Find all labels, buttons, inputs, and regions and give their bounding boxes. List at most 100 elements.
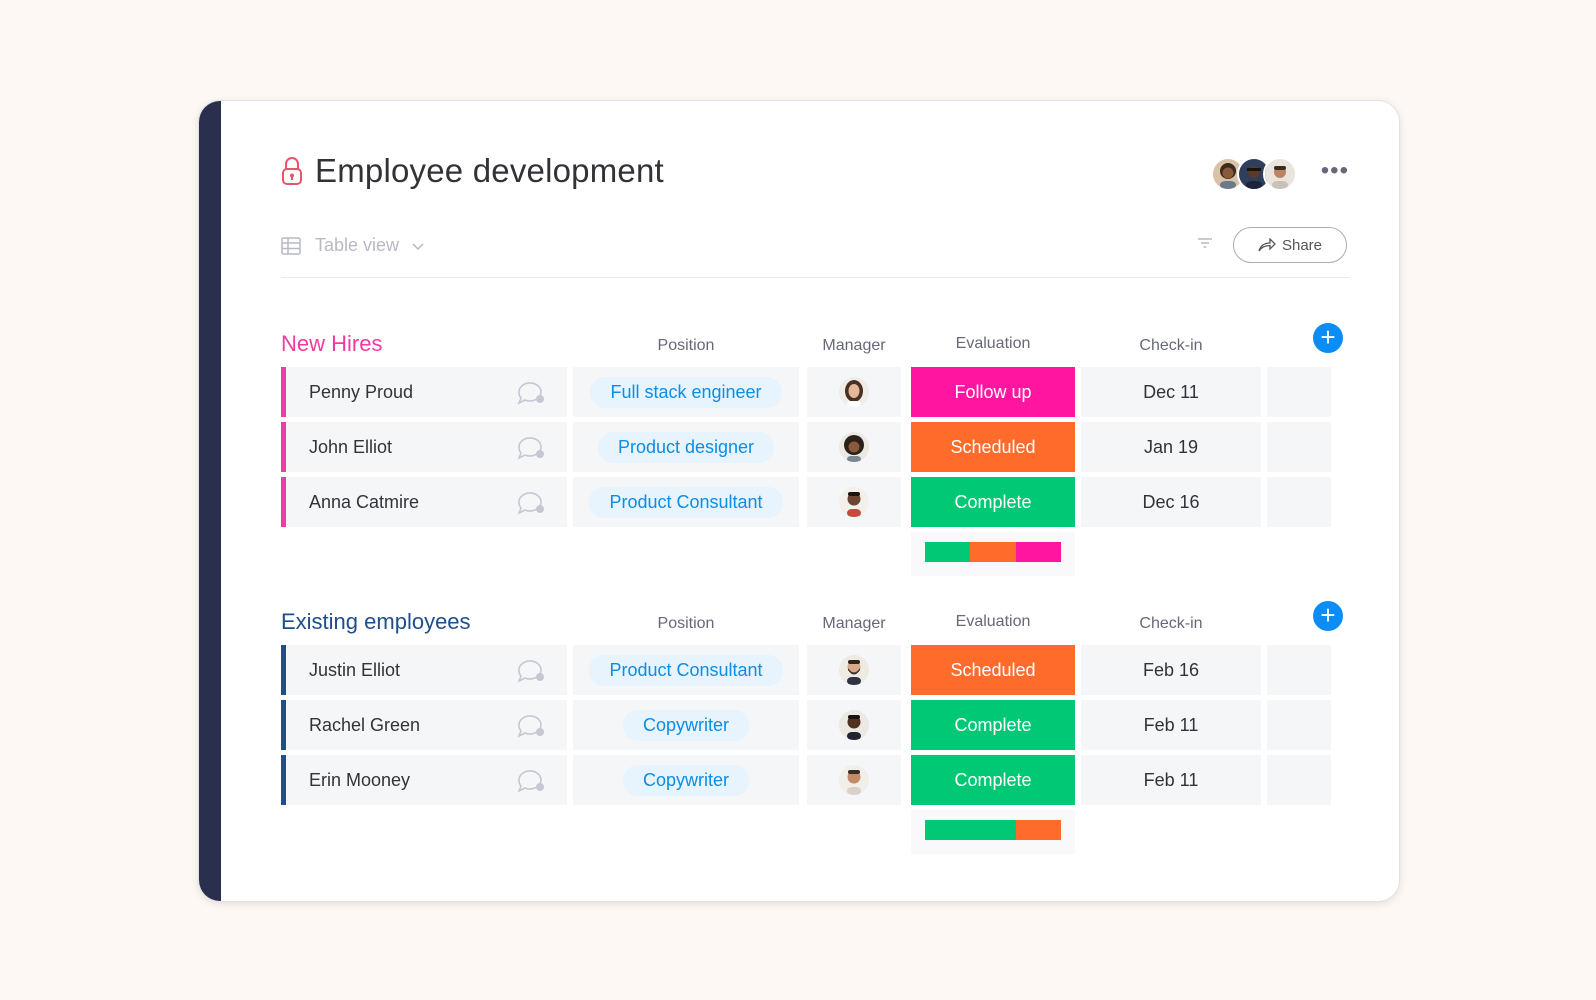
evaluation-status[interactable]: Complete: [911, 700, 1075, 750]
empty-cell[interactable]: [1267, 700, 1331, 750]
summary-row: [281, 532, 1349, 582]
evaluation-status[interactable]: Complete: [911, 755, 1075, 805]
table-row[interactable]: John Elliot Product designer Scheduled J…: [281, 422, 1349, 472]
more-options-icon[interactable]: •••: [1321, 159, 1349, 183]
share-label: Share: [1281, 236, 1323, 254]
manager-cell[interactable]: [807, 422, 901, 472]
group-existing-employees: Existing employees Position Manager Eval…: [281, 597, 1349, 860]
board-header: Employee development: [281, 149, 664, 193]
evaluation-summary: [911, 532, 1075, 576]
empty-cell[interactable]: [1267, 422, 1331, 472]
group-new-hires: New Hires Position Manager Evaluation Ch…: [281, 319, 1349, 582]
view-label: Table view: [315, 235, 400, 255]
manager-cell[interactable]: [807, 645, 901, 695]
chevron-down-icon: [412, 242, 424, 250]
table-row[interactable]: Rachel Green Copywriter Complete Feb 11: [281, 700, 1349, 750]
add-column-button[interactable]: +: [1313, 323, 1343, 353]
chat-bubble-icon[interactable]: [515, 712, 545, 738]
page-title: Employee development: [315, 152, 664, 189]
summary-segment-scheduled: [1015, 820, 1061, 840]
checkin-date[interactable]: Jan 19: [1081, 422, 1261, 472]
status-distribution-bar[interactable]: [925, 820, 1061, 840]
column-header-checkin[interactable]: Check-in: [1081, 337, 1261, 355]
add-column-button[interactable]: +: [1313, 601, 1343, 631]
position-tag: Copywriter: [622, 709, 750, 741]
summary-segment-follow-up: [1015, 542, 1061, 562]
group-color-stripe: [281, 422, 286, 472]
curly-hair-avatar: [839, 432, 869, 462]
evaluation-status[interactable]: Complete: [911, 477, 1075, 527]
table-row[interactable]: Penny Proud Full stack engineer Follow u…: [281, 367, 1349, 417]
table-row[interactable]: Justin Elliot Product Consultant Schedul…: [281, 645, 1349, 695]
name-cell[interactable]: Penny Proud: [281, 367, 567, 417]
column-header-checkin[interactable]: Check-in: [1081, 615, 1261, 633]
empty-cell[interactable]: [1267, 477, 1331, 527]
name-cell[interactable]: Erin Mooney: [281, 755, 567, 805]
position-cell[interactable]: Product Consultant: [573, 645, 799, 695]
name-cell[interactable]: Anna Catmire: [281, 477, 567, 527]
chat-bubble-icon[interactable]: [515, 657, 545, 683]
manager-cell[interactable]: [807, 755, 901, 805]
checkin-date[interactable]: Feb 16: [1081, 645, 1261, 695]
column-header-manager[interactable]: Manager: [807, 615, 901, 633]
group-color-stripe: [281, 477, 286, 527]
group-title[interactable]: Existing employees: [281, 609, 471, 635]
status-distribution-bar[interactable]: [925, 542, 1061, 562]
position-tag: Copywriter: [622, 764, 750, 796]
chat-bubble-icon[interactable]: [515, 489, 545, 515]
filter-icon[interactable]: [1197, 237, 1213, 249]
position-cell[interactable]: Copywriter: [573, 700, 799, 750]
share-button[interactable]: Share: [1233, 227, 1347, 263]
table-icon: [281, 236, 301, 255]
table-row[interactable]: Anna Catmire Product Consultant Complete…: [281, 477, 1349, 527]
group-header: Existing employees Position Manager Eval…: [281, 597, 1349, 645]
left-sidebar-strip: [199, 101, 221, 901]
manager-cell[interactable]: [807, 477, 901, 527]
empty-cell[interactable]: [1267, 755, 1331, 805]
position-cell[interactable]: Product Consultant: [573, 477, 799, 527]
column-header-position[interactable]: Position: [573, 615, 799, 633]
position-cell[interactable]: Full stack engineer: [573, 367, 799, 417]
name-cell[interactable]: John Elliot: [281, 422, 567, 472]
chat-bubble-icon[interactable]: [515, 767, 545, 793]
column-header-evaluation[interactable]: Evaluation: [911, 335, 1075, 353]
group-header: New Hires Position Manager Evaluation Ch…: [281, 319, 1349, 367]
chat-bubble-icon[interactable]: [515, 434, 545, 460]
position-tag: Product Consultant: [589, 654, 783, 686]
position-cell[interactable]: Copywriter: [573, 755, 799, 805]
board-content: Employee development ••• Table view Shar…: [281, 101, 1349, 901]
evaluation-status[interactable]: Follow up: [911, 367, 1075, 417]
column-header-position[interactable]: Position: [573, 337, 799, 355]
column-header-manager[interactable]: Manager: [807, 337, 901, 355]
view-selector[interactable]: Table view: [281, 235, 425, 256]
item-name: Justin Elliot: [309, 659, 401, 680]
summary-row: [281, 810, 1349, 860]
table-row[interactable]: Erin Mooney Copywriter Complete Feb 11: [281, 755, 1349, 805]
member-avatar-3[interactable]: [1263, 157, 1297, 191]
name-cell[interactable]: Justin Elliot: [281, 645, 567, 695]
group-color-stripe: [281, 755, 286, 805]
manager-cell[interactable]: [807, 700, 901, 750]
checkin-date[interactable]: Dec 16: [1081, 477, 1261, 527]
empty-cell[interactable]: [1267, 645, 1331, 695]
lock-icon: [282, 157, 302, 185]
position-tag: Product Consultant: [589, 486, 783, 518]
evaluation-status[interactable]: Scheduled: [911, 422, 1075, 472]
board-members[interactable]: [1211, 157, 1297, 191]
item-name: John Elliot: [309, 436, 393, 457]
chat-bubble-icon[interactable]: [515, 379, 545, 405]
checkin-date[interactable]: Dec 11: [1081, 367, 1261, 417]
position-cell[interactable]: Product designer: [573, 422, 799, 472]
checkin-date[interactable]: Feb 11: [1081, 700, 1261, 750]
man-avatar: [839, 710, 869, 740]
column-header-evaluation[interactable]: Evaluation: [911, 613, 1075, 631]
group-title[interactable]: New Hires: [281, 331, 382, 357]
item-name: Anna Catmire: [309, 491, 420, 512]
manager-cell[interactable]: [807, 367, 901, 417]
name-cell[interactable]: Rachel Green: [281, 700, 567, 750]
bearded-man-avatar: [839, 655, 869, 685]
board-toolbar: Table view Share: [281, 227, 1349, 278]
evaluation-status[interactable]: Scheduled: [911, 645, 1075, 695]
checkin-date[interactable]: Feb 11: [1081, 755, 1261, 805]
empty-cell[interactable]: [1267, 367, 1331, 417]
